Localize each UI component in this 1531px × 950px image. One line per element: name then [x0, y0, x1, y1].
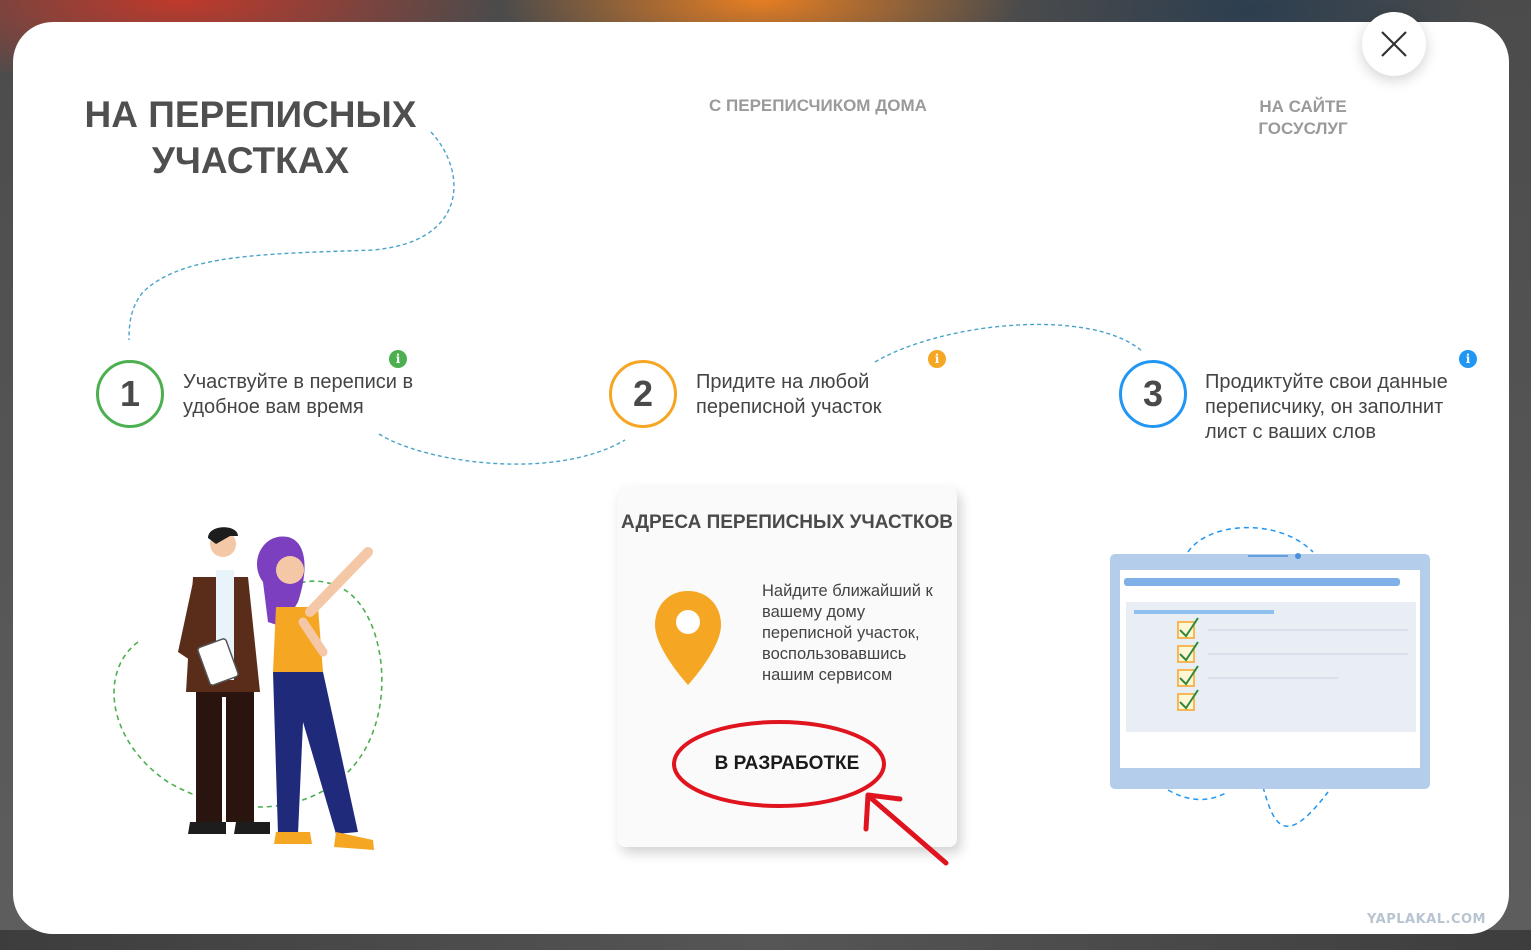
location-pin-icon — [655, 591, 721, 685]
info-icon[interactable]: i — [389, 350, 407, 368]
step-text-1: Участвуйте в переписи в удобное вам врем… — [183, 371, 414, 418]
info-icon[interactable]: i — [928, 350, 946, 368]
step-number-2: 2 — [609, 360, 677, 428]
step-text-3: Продиктуйте свои данные переписчику, он … — [1205, 371, 1448, 443]
watermark: YAPLAKAL.COM — [1367, 912, 1486, 927]
browser-form-illustration — [1110, 526, 1430, 828]
info-icon[interactable]: i — [1459, 350, 1477, 368]
in-development-button[interactable]: В РАЗРАБОТКЕ — [687, 749, 887, 779]
step-text-2: Придите на любой переписной участок — [696, 371, 882, 418]
card-description: Найдите ближайший к вашему дому переписн… — [762, 582, 933, 684]
red-arrow-annotation — [863, 792, 949, 866]
step-number-1: 1 — [96, 360, 164, 428]
census-modal: НА ПЕРЕПИСНЫХ УЧАСТКАХ С ПЕРЕПИСЧИКОМ ДО… — [13, 12, 1509, 934]
people-illustration — [113, 527, 383, 850]
card-title: АДРЕСА ПЕРЕПИСНЫХ УЧАСТКОВ — [621, 512, 953, 533]
step-number-3: 3 — [1119, 360, 1187, 428]
